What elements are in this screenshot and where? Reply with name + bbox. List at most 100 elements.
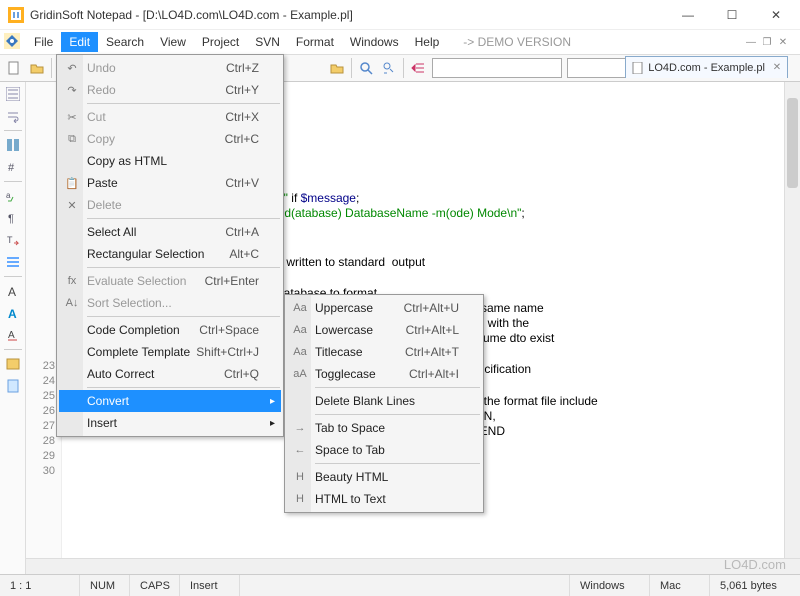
menu-item-icon: H: [291, 493, 309, 505]
menu-item-shortcut: Ctrl+Alt+I: [409, 367, 459, 381]
svg-text:a: a: [6, 191, 11, 200]
menu-item-shortcut: Alt+C: [229, 247, 259, 261]
menu-item-sort-selection-: A↓ Sort Selection...: [59, 292, 281, 314]
menu-item-convert[interactable]: Convert▸: [59, 390, 281, 412]
menu-item-shortcut: Ctrl+Alt+L: [406, 323, 459, 337]
menu-item-icon: ✂: [63, 111, 81, 124]
menu-item-redo: ↷RedoCtrl+Y: [59, 79, 281, 101]
search-field[interactable]: [432, 58, 562, 78]
menu-item-icon: Aa: [291, 302, 309, 314]
status-spacer: [240, 575, 570, 596]
maximize-button[interactable]: ☐: [710, 0, 754, 30]
hash-icon[interactable]: #: [3, 157, 23, 177]
svg-text:A: A: [8, 285, 16, 298]
tab-close-icon[interactable]: ✕: [771, 62, 783, 74]
menu-item-select-all[interactable]: Select All Ctrl+A: [59, 221, 281, 243]
ltr-icon[interactable]: T: [3, 230, 23, 250]
tab-label: LO4D.com - Example.pl: [648, 62, 765, 74]
horizontal-scrollbar[interactable]: [26, 558, 800, 574]
menu-item-complete-template[interactable]: Complete TemplateShift+Ctrl+J: [59, 341, 281, 363]
menu-item-copy-as-html[interactable]: Copy as HTML: [59, 150, 281, 172]
separator: [351, 58, 352, 78]
menu-item-paste[interactable]: 📋PasteCtrl+V: [59, 172, 281, 194]
status-size: 5,061 bytes: [710, 575, 800, 596]
mdi-restore-icon[interactable]: ❐: [760, 35, 774, 49]
new-file-button[interactable]: [3, 57, 25, 79]
linenumbers-icon[interactable]: [3, 84, 23, 104]
wrap-icon[interactable]: [3, 106, 23, 126]
underline-icon[interactable]: A: [3, 325, 23, 345]
menu-item-uppercase[interactable]: AaUppercaseCtrl+Alt+U: [287, 297, 481, 319]
paragraph-icon[interactable]: ¶: [3, 208, 23, 228]
mdi-minimize-icon[interactable]: —: [744, 35, 758, 49]
minimize-button[interactable]: —: [666, 0, 710, 30]
folder-button[interactable]: [326, 57, 348, 79]
bold-a-icon[interactable]: A: [3, 303, 23, 323]
menu-item-icon: Aa: [291, 346, 309, 358]
svg-text:¶: ¶: [8, 213, 14, 225]
menu-view[interactable]: View: [152, 32, 194, 52]
list-icon[interactable]: [3, 252, 23, 272]
status-eol: Windows: [570, 575, 650, 596]
menu-item-icon: ⧉: [63, 133, 81, 146]
mdi-close-icon[interactable]: ✕: [776, 35, 790, 49]
document-tab[interactable]: LO4D.com - Example.pl ✕: [625, 56, 788, 78]
menu-item-titlecase[interactable]: AaTitlecaseCtrl+Alt+T: [287, 341, 481, 363]
menu-item-label: Sort Selection...: [87, 296, 172, 310]
vertical-scrollbar[interactable]: [784, 82, 800, 558]
menu-item-html-to-text[interactable]: HHTML to Text: [287, 488, 481, 510]
menu-item-label: Code Completion: [87, 323, 180, 337]
file-icon: [632, 62, 644, 74]
menu-edit[interactable]: Edit: [61, 32, 98, 52]
menu-item-rectangular-selection[interactable]: Rectangular SelectionAlt+C: [59, 243, 281, 265]
open-file-button[interactable]: [26, 57, 48, 79]
status-bar: 1 : 1 NUM CAPS Insert Windows Mac 5,061 …: [0, 574, 800, 596]
menu-item-space-to-tab[interactable]: ←Space to Tab: [287, 439, 481, 461]
watermark: LO4D.com: [724, 557, 786, 572]
svg-text:A: A: [8, 330, 15, 341]
menu-search[interactable]: Search: [98, 32, 152, 52]
menu-item-tab-to-space[interactable]: →Tab to Space: [287, 417, 481, 439]
menu-item-delete-blank-lines[interactable]: Delete Blank Lines: [287, 390, 481, 412]
menu-item-icon: ←: [291, 444, 309, 456]
scrollbar-thumb[interactable]: [787, 98, 798, 188]
template-icon[interactable]: [3, 376, 23, 396]
menu-item-insert[interactable]: Insert▸: [59, 412, 281, 434]
menu-item-shortcut: Ctrl+Enter: [205, 274, 259, 288]
font-a-icon[interactable]: A: [3, 281, 23, 301]
menu-help[interactable]: Help: [407, 32, 448, 52]
menu-svn[interactable]: SVN: [247, 32, 288, 52]
menu-item-label: Undo: [87, 61, 116, 75]
menu-item-label: Select All: [87, 225, 136, 239]
menu-project[interactable]: Project: [194, 32, 247, 52]
menu-item-copy: ⧉CopyCtrl+C: [59, 128, 281, 150]
whitespace-icon[interactable]: [3, 135, 23, 155]
menu-file[interactable]: File: [26, 32, 61, 52]
menu-item-shortcut: Ctrl+Q: [224, 367, 259, 381]
menu-item-lowercase[interactable]: AaLowercaseCtrl+Alt+L: [287, 319, 481, 341]
submenu-arrow-icon: ▸: [270, 418, 275, 429]
convert-submenu: AaUppercaseCtrl+Alt+UAaLowercaseCtrl+Alt…: [284, 294, 484, 513]
left-toolbar: # a ¶ T A A A: [0, 82, 26, 574]
close-button[interactable]: ✕: [754, 0, 798, 30]
status-enc: Mac: [650, 575, 710, 596]
menu-item-beauty-html[interactable]: HBeauty HTML: [287, 466, 481, 488]
separator: [51, 58, 52, 78]
outdent-button[interactable]: [407, 57, 429, 79]
status-pos: 1 : 1: [0, 575, 80, 596]
menu-item-icon: A↓: [63, 297, 81, 309]
menu-item-icon: fx: [63, 275, 81, 287]
spellcheck-icon[interactable]: a: [3, 186, 23, 206]
menu-item-code-completion[interactable]: Code CompletionCtrl+Space: [59, 319, 281, 341]
search-button[interactable]: [355, 57, 377, 79]
book-icon[interactable]: [3, 354, 23, 374]
menu-format[interactable]: Format: [288, 32, 342, 52]
menu-item-shortcut: Ctrl+A: [225, 225, 259, 239]
separator: [403, 58, 404, 78]
menu-windows[interactable]: Windows: [342, 32, 407, 52]
menu-item-label: Copy as HTML: [87, 154, 167, 168]
menu-item-togglecase[interactable]: aATogglecaseCtrl+Alt+I: [287, 363, 481, 385]
menu-item-label: Delete: [87, 198, 122, 212]
menu-item-auto-correct[interactable]: Auto CorrectCtrl+Q: [59, 363, 281, 385]
find-next-button[interactable]: [378, 57, 400, 79]
